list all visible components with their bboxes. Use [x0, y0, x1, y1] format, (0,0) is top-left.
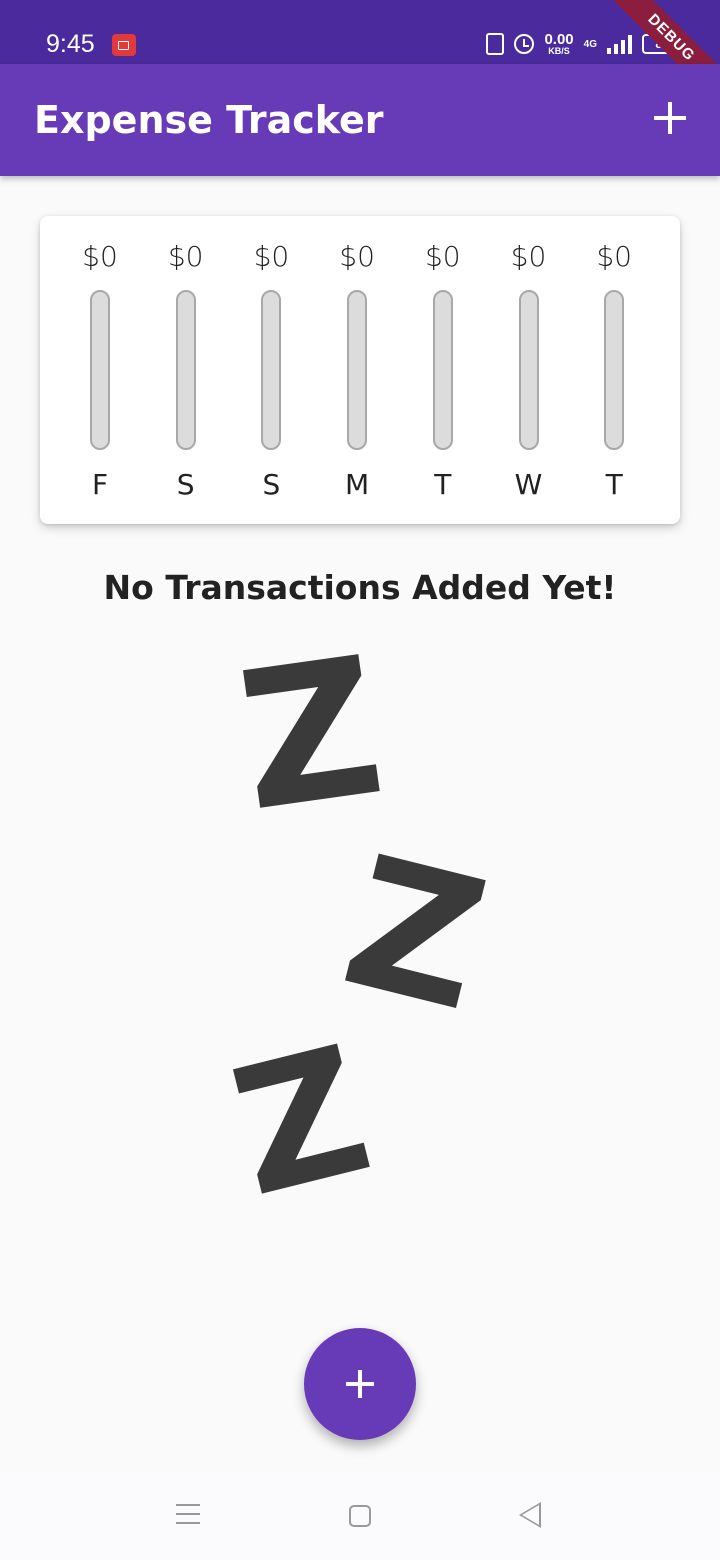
net-speed: 0.00 KB/S: [544, 32, 573, 56]
add-transaction-button[interactable]: [650, 98, 690, 138]
chart-bar-day-label: S: [176, 468, 195, 501]
chart-bar-amount: $0: [167, 240, 204, 273]
recent-apps-button[interactable]: [176, 1504, 200, 1524]
chart-bar-track: [175, 290, 196, 450]
chart-bar-track: [604, 290, 625, 450]
chart-bar-amount: $0: [339, 240, 375, 273]
chart-bar-track: [518, 290, 539, 450]
screen-record-icon: [112, 34, 136, 56]
network-type: 4G: [583, 38, 597, 50]
status-time: 9:45: [46, 30, 95, 58]
net-speed-unit: KB/S: [548, 46, 570, 56]
sleep-z-icon: Z: [227, 615, 395, 854]
chart-bar-column: $0 T: [574, 238, 654, 518]
sleep-z-icon: Z: [326, 817, 504, 1052]
chart-bar-day-label: T: [605, 468, 623, 501]
weekly-chart-card: $0 F $0 S $0 S $0 M $0 T $0 W $0 T: [40, 216, 680, 524]
chart-bar-day-label: F: [91, 468, 109, 501]
chart-bar-day-label: S: [262, 468, 281, 501]
page-title: Expense Tracker: [34, 98, 384, 142]
chart-bar-track: [261, 290, 282, 450]
empty-state-title: No Transactions Added Yet!: [103, 568, 617, 607]
add-transaction-fab[interactable]: [304, 1328, 416, 1440]
chart-bar-track: [347, 290, 368, 450]
status-bar: 9:45 0.00 KB/S 4G 88 DEBUG: [0, 0, 720, 116]
chart-bar-day-label: M: [345, 468, 370, 501]
chart-bar-day-label: T: [434, 468, 452, 501]
net-speed-value: 0.00: [544, 31, 574, 48]
home-button[interactable]: [349, 1505, 371, 1527]
vibrate-icon: [486, 33, 505, 55]
chart-bar-column: $0 M: [317, 238, 397, 518]
chart-bar-track: [90, 290, 110, 450]
app-bar: Expense Tracker: [0, 64, 720, 176]
chart-bar-column: $0 S: [146, 238, 226, 518]
system-nav-bar: [0, 1472, 720, 1560]
chart-bar-column: $0 T: [403, 238, 483, 518]
alarm-icon: [514, 34, 535, 54]
chart-bar-amount: $0: [253, 240, 290, 273]
chart-bar-amount: $0: [596, 240, 632, 273]
chart-bar-amount: $0: [424, 240, 461, 273]
chart-bar-column: $0 S: [231, 238, 311, 518]
chart-bar-track: [432, 290, 453, 450]
signal-icon: [607, 34, 632, 54]
sleep-z-icon: Z: [215, 1008, 388, 1237]
chart-bar-column: $0 W: [489, 238, 569, 518]
chart-bar-amount: $0: [510, 240, 547, 273]
back-button[interactable]: [519, 1502, 541, 1528]
chart-bar-amount: $0: [82, 240, 118, 273]
weekly-chart-bars: $0 F $0 S $0 S $0 M $0 T $0 W $0 T: [82, 238, 700, 518]
chart-bar-day-label: W: [514, 468, 543, 501]
chart-bar-column: $0 F: [60, 238, 140, 518]
